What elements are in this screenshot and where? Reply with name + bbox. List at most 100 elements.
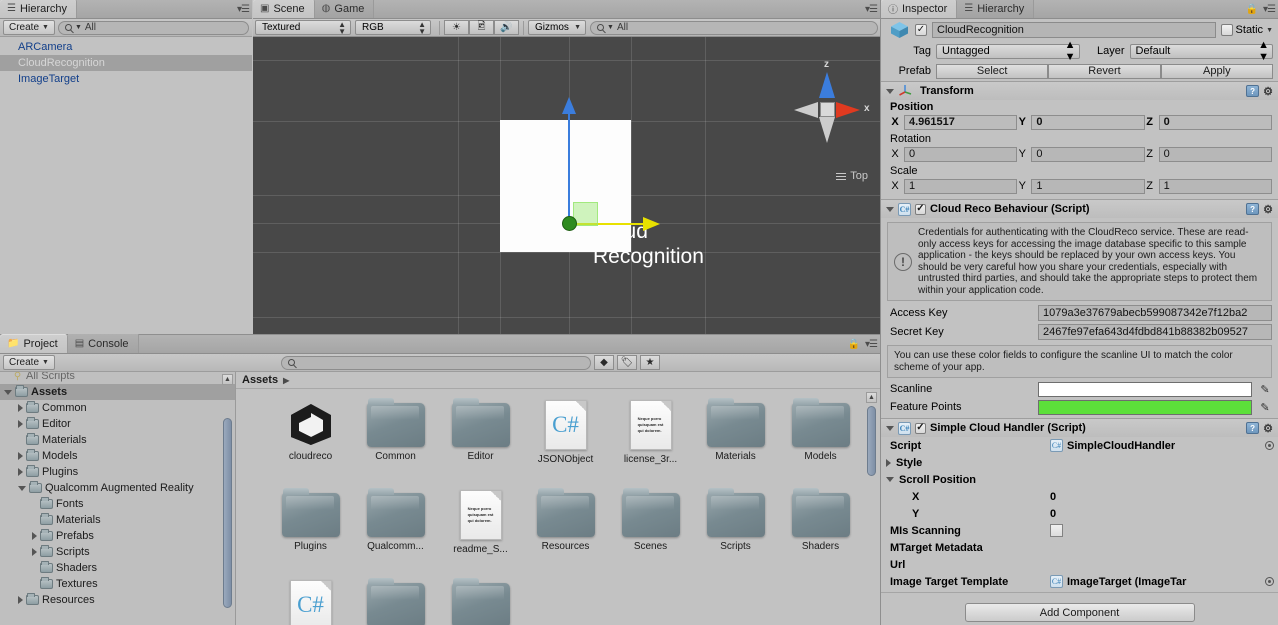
foldout-arrow-icon[interactable] [886,206,894,212]
tab-hierarchy[interactable]: ☰ Hierarchy [957,0,1035,18]
create-button[interactable]: Create ▼ [3,20,55,35]
style-foldout[interactable]: Style [881,454,1278,471]
asset-item[interactable]: Resources [523,487,608,577]
gameobject-enabled-checkbox[interactable]: ✓ [915,24,927,36]
tree-item-models[interactable]: Models [0,448,235,464]
object-picker-icon[interactable] [1265,577,1274,586]
gizmo-y-axis[interactable] [568,109,570,224]
asset-item[interactable] [438,577,523,625]
axis-gizmo-center[interactable] [820,102,835,117]
tree-item-fonts[interactable]: Fonts [0,496,235,512]
foldout-arrow-icon[interactable] [18,452,23,460]
secret-key-input[interactable]: 2467fe97efa643d4fdbd841b88382b09527 [1038,323,1272,340]
tree-item-textures[interactable]: Textures [0,576,235,592]
access-key-input[interactable]: 1079a3e37679abecb599087342e7f12ba2 [1038,304,1272,321]
tab-hierarchy[interactable]: ☰ Hierarchy [0,0,78,18]
help-icon[interactable]: ? [1246,203,1260,215]
tree-item-materials[interactable]: Materials [0,512,235,528]
position-x-input[interactable]: 4.961517 [904,114,1018,130]
image-icon[interactable]: 🖻 [469,20,494,35]
position-z-input[interactable]: 0 [1158,114,1272,130]
gizmo-y-arrow[interactable] [562,97,576,114]
asset-item[interactable]: cloudreco [268,397,353,487]
foldout-arrow-icon[interactable] [886,425,894,431]
scroll-thumb[interactable] [223,418,232,608]
create-button[interactable]: Create ▼ [3,355,55,370]
prefab-apply-button[interactable]: Apply [1160,63,1273,79]
draw-mode-dropdown[interactable]: Textured ▲ ▼ [255,20,351,35]
project-search-input[interactable] [280,355,591,370]
static-toggle-group[interactable]: Static ▼ [1220,24,1273,36]
asset-item[interactable]: Common [353,397,438,487]
sun-icon[interactable]: ☀ [444,20,469,35]
asset-item[interactable]: Shaders [778,487,863,577]
asset-item[interactable]: C# JSONObject [523,397,608,487]
tab-project[interactable]: 📁 Project [0,334,68,353]
gear-icon[interactable]: ⚙ [1263,85,1273,98]
scroll-y-value[interactable]: 0 [1050,508,1056,520]
component-header-cloud-reco[interactable]: C# ✓ Cloud Reco Behaviour (Script) ? ⚙ [881,199,1278,218]
scale-z-input[interactable]: 1 [1158,178,1272,194]
gizmo-x-arrow[interactable] [643,217,660,231]
prefab-select-button[interactable]: Select [936,63,1049,79]
lock-icon[interactable]: 🔒 [1246,4,1258,15]
position-y-input[interactable]: 0 [1031,114,1145,130]
component-header-transform[interactable]: Transform ? ⚙ [881,81,1278,100]
asset-item[interactable]: Neque porro quisquam est qui dolorem. licen… [608,397,693,487]
tree-item-editor[interactable]: Editor [0,416,235,432]
project-tree-scrollbar[interactable]: ▲ [222,374,233,621]
asset-item[interactable] [353,577,438,625]
tree-item-all-scripts[interactable]: ⚲ All Scripts [0,372,235,384]
rotation-y-input[interactable]: 0 [1031,146,1145,162]
object-picker-icon[interactable] [1265,441,1274,450]
rotation-z-input[interactable]: 0 [1158,146,1272,162]
gizmos-dropdown[interactable]: Gizmos ▼ [528,20,586,35]
asset-item[interactable]: Models [778,397,863,487]
scale-x-input[interactable]: 1 [904,178,1018,194]
script-object-field[interactable]: C# SimpleCloudHandler [1050,439,1278,452]
add-component-button[interactable]: Add Component [964,603,1195,622]
tree-item-qualcomm-augmented-reality[interactable]: Qualcomm Augmented Reality [0,480,235,496]
gizmo-center-handle[interactable] [562,216,577,231]
foldout-arrow-icon[interactable] [18,596,23,604]
static-checkbox[interactable] [1220,24,1233,36]
scroll-up-arrow[interactable]: ▲ [222,374,233,385]
eyedropper-icon[interactable]: ✎ [1258,401,1272,414]
tree-item-plugins[interactable]: Plugins [0,464,235,480]
tab-game[interactable]: ◍ Game [314,0,375,18]
scene-axis-gizmo[interactable]: z x [786,59,870,159]
panel-menu-icon[interactable]: ▾☰ [865,339,878,350]
tree-item-shaders[interactable]: Shaders [0,560,235,576]
tree-item-assets[interactable]: Assets [0,384,235,400]
prefab-revert-button[interactable]: Revert [1048,63,1161,79]
foldout-arrow-icon[interactable] [18,420,23,428]
layer-dropdown[interactable]: Default ▲ ▼ [1129,39,1273,63]
component-enabled-checkbox[interactable]: ✓ [915,203,926,215]
scene-viewport[interactable]: Cloud Recognition z x Top [253,37,880,334]
help-icon[interactable]: ? [1246,422,1260,434]
hierarchy-item-arcamera[interactable]: ARCamera [0,39,252,55]
help-icon[interactable]: ? [1246,85,1260,97]
chevron-down-icon[interactable]: ▼ [1266,27,1273,34]
tree-item-common[interactable]: Common [0,400,235,416]
foldout-arrow-icon[interactable] [18,468,23,476]
hierarchy-search-input[interactable]: ▼ All [57,20,249,35]
scroll-up-arrow[interactable]: ▲ [866,392,877,403]
tag-dropdown[interactable]: Untagged ▲ ▼ [936,39,1080,63]
scroll-x-value[interactable]: 0 [1050,491,1056,503]
hierarchy-item-cloudrecognition[interactable]: CloudRecognition [0,55,252,71]
rotation-x-input[interactable]: 0 [904,146,1018,162]
speaker-icon[interactable]: 🔊 [494,20,519,35]
foldout-arrow-icon[interactable] [18,404,23,412]
panel-menu-icon[interactable]: ▾☰ [865,4,878,15]
foldout-arrow-icon[interactable] [4,389,12,395]
foldout-arrow-icon[interactable] [32,548,37,556]
label-filter-icon[interactable]: 🏷 [616,355,637,370]
hierarchy-item-imagetarget[interactable]: ImageTarget [0,71,252,87]
scroll-thumb[interactable] [867,406,876,476]
lock-icon[interactable]: 🔒 [848,339,860,350]
foldout-arrow-icon[interactable] [886,458,891,467]
scanline-color-field[interactable] [1038,381,1252,397]
eyedropper-icon[interactable]: ✎ [1258,383,1272,396]
asset-type-filter-icon[interactable]: ◆ [593,355,614,370]
